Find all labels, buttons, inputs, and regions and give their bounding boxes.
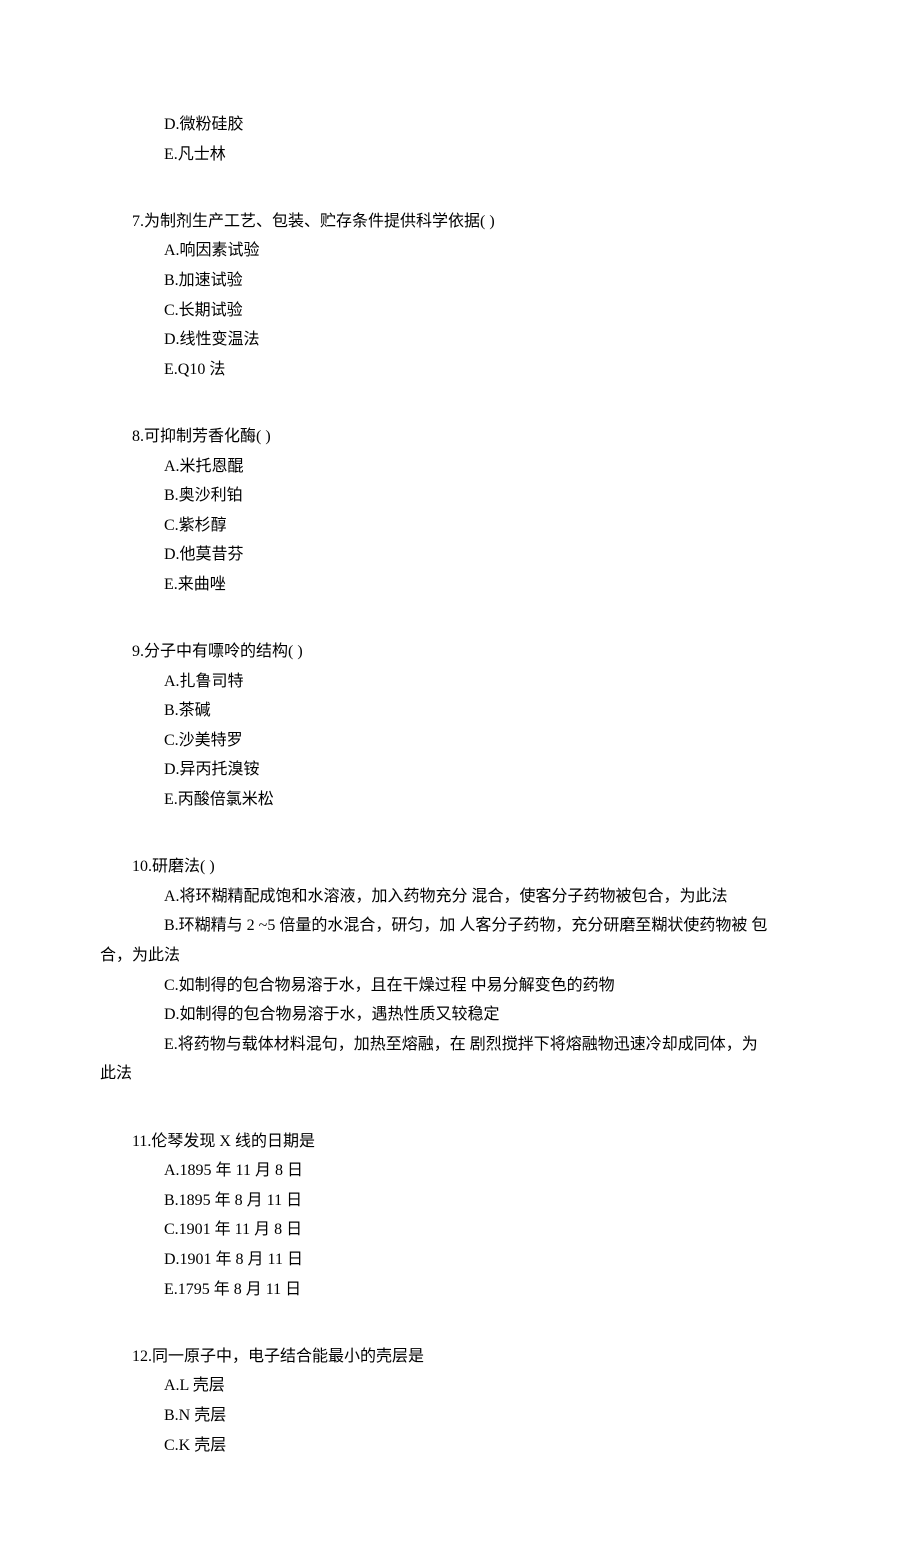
option-11c: C.1901 年 11 月 8 日: [100, 1215, 820, 1245]
option-7c: C.长期试验: [100, 296, 820, 326]
option-8e: E.来曲唑: [100, 570, 820, 600]
option-8c: C.紫杉醇: [100, 511, 820, 541]
option-10c: C.如制得的包合物易溶于水，且在干燥过程 中易分解变色的药物: [100, 971, 820, 1001]
option-7d: D.线性变温法: [100, 325, 820, 355]
option-8d: D.他莫昔芬: [100, 540, 820, 570]
option-9e: E.丙酸倍氯米松: [100, 785, 820, 815]
option-8a: A.米托恩醌: [100, 452, 820, 482]
question-11-text: 11.伦琴发现 X 线的日期是: [100, 1127, 820, 1157]
question-11: 11.伦琴发现 X 线的日期是 A.1895 年 11 月 8 日 B.1895…: [100, 1127, 820, 1305]
question-8-text: 8.可抑制芳香化酶( ): [100, 422, 820, 452]
option-10b-line2: 合，为此法: [100, 941, 820, 971]
question-9-text: 9.分子中有嘌呤的结构( ): [100, 637, 820, 667]
option-9a: A.扎鲁司特: [100, 667, 820, 697]
option-10a: A.将环糊精配成饱和水溶液，加入药物充分 混合，使客分子药物被包合，为此法: [100, 882, 820, 912]
option-6d: D.微粉硅胶: [100, 110, 820, 140]
question-10: 10.研磨法( ) A.将环糊精配成饱和水溶液，加入药物充分 混合，使客分子药物…: [100, 852, 820, 1089]
question-10-text: 10.研磨法( ): [100, 852, 820, 882]
question-12: 12.同一原子中，电子结合能最小的壳层是 A.L 壳层 B.N 壳层 C.K 壳…: [100, 1342, 820, 1460]
option-10e-line1: E.将药物与载体材料混句，加热至熔融，在 剧烈搅拌下将熔融物迅速冷却成同体，为: [100, 1030, 820, 1060]
option-8b: B.奥沙利铂: [100, 481, 820, 511]
option-11b: B.1895 年 8 月 11 日: [100, 1186, 820, 1216]
question-9: 9.分子中有嘌呤的结构( ) A.扎鲁司特 B.茶碱 C.沙美特罗 D.异丙托溴…: [100, 637, 820, 815]
option-12c: C.K 壳层: [100, 1431, 820, 1461]
question-6-partial: D.微粉硅胶 E.凡士林: [100, 110, 820, 169]
question-7-text: 7.为制剂生产工艺、包装、贮存条件提供科学依据( ): [100, 207, 820, 237]
option-10e-line2: 此法: [100, 1059, 820, 1089]
option-10d: D.如制得的包合物易溶于水，遇热性质又较稳定: [100, 1000, 820, 1030]
option-6e: E.凡士林: [100, 140, 820, 170]
option-9d: D.异丙托溴铵: [100, 755, 820, 785]
question-7: 7.为制剂生产工艺、包装、贮存条件提供科学依据( ) A.响因素试验 B.加速试…: [100, 207, 820, 385]
question-8: 8.可抑制芳香化酶( ) A.米托恩醌 B.奥沙利铂 C.紫杉醇 D.他莫昔芬 …: [100, 422, 820, 600]
option-7e: E.Q10 法: [100, 355, 820, 385]
option-12b: B.N 壳层: [100, 1401, 820, 1431]
option-7b: B.加速试验: [100, 266, 820, 296]
option-11e: E.1795 年 8 月 11 日: [100, 1275, 820, 1305]
option-12a: A.L 壳层: [100, 1371, 820, 1401]
option-11a: A.1895 年 11 月 8 日: [100, 1156, 820, 1186]
option-9b: B.茶碱: [100, 696, 820, 726]
question-12-text: 12.同一原子中，电子结合能最小的壳层是: [100, 1342, 820, 1372]
option-11d: D.1901 年 8 月 11 日: [100, 1245, 820, 1275]
option-9c: C.沙美特罗: [100, 726, 820, 756]
option-7a: A.响因素试验: [100, 236, 820, 266]
option-10b-line1: B.环糊精与 2 ~5 倍量的水混合，研匀，加 人客分子药物，充分研磨至糊状使药…: [100, 911, 820, 941]
